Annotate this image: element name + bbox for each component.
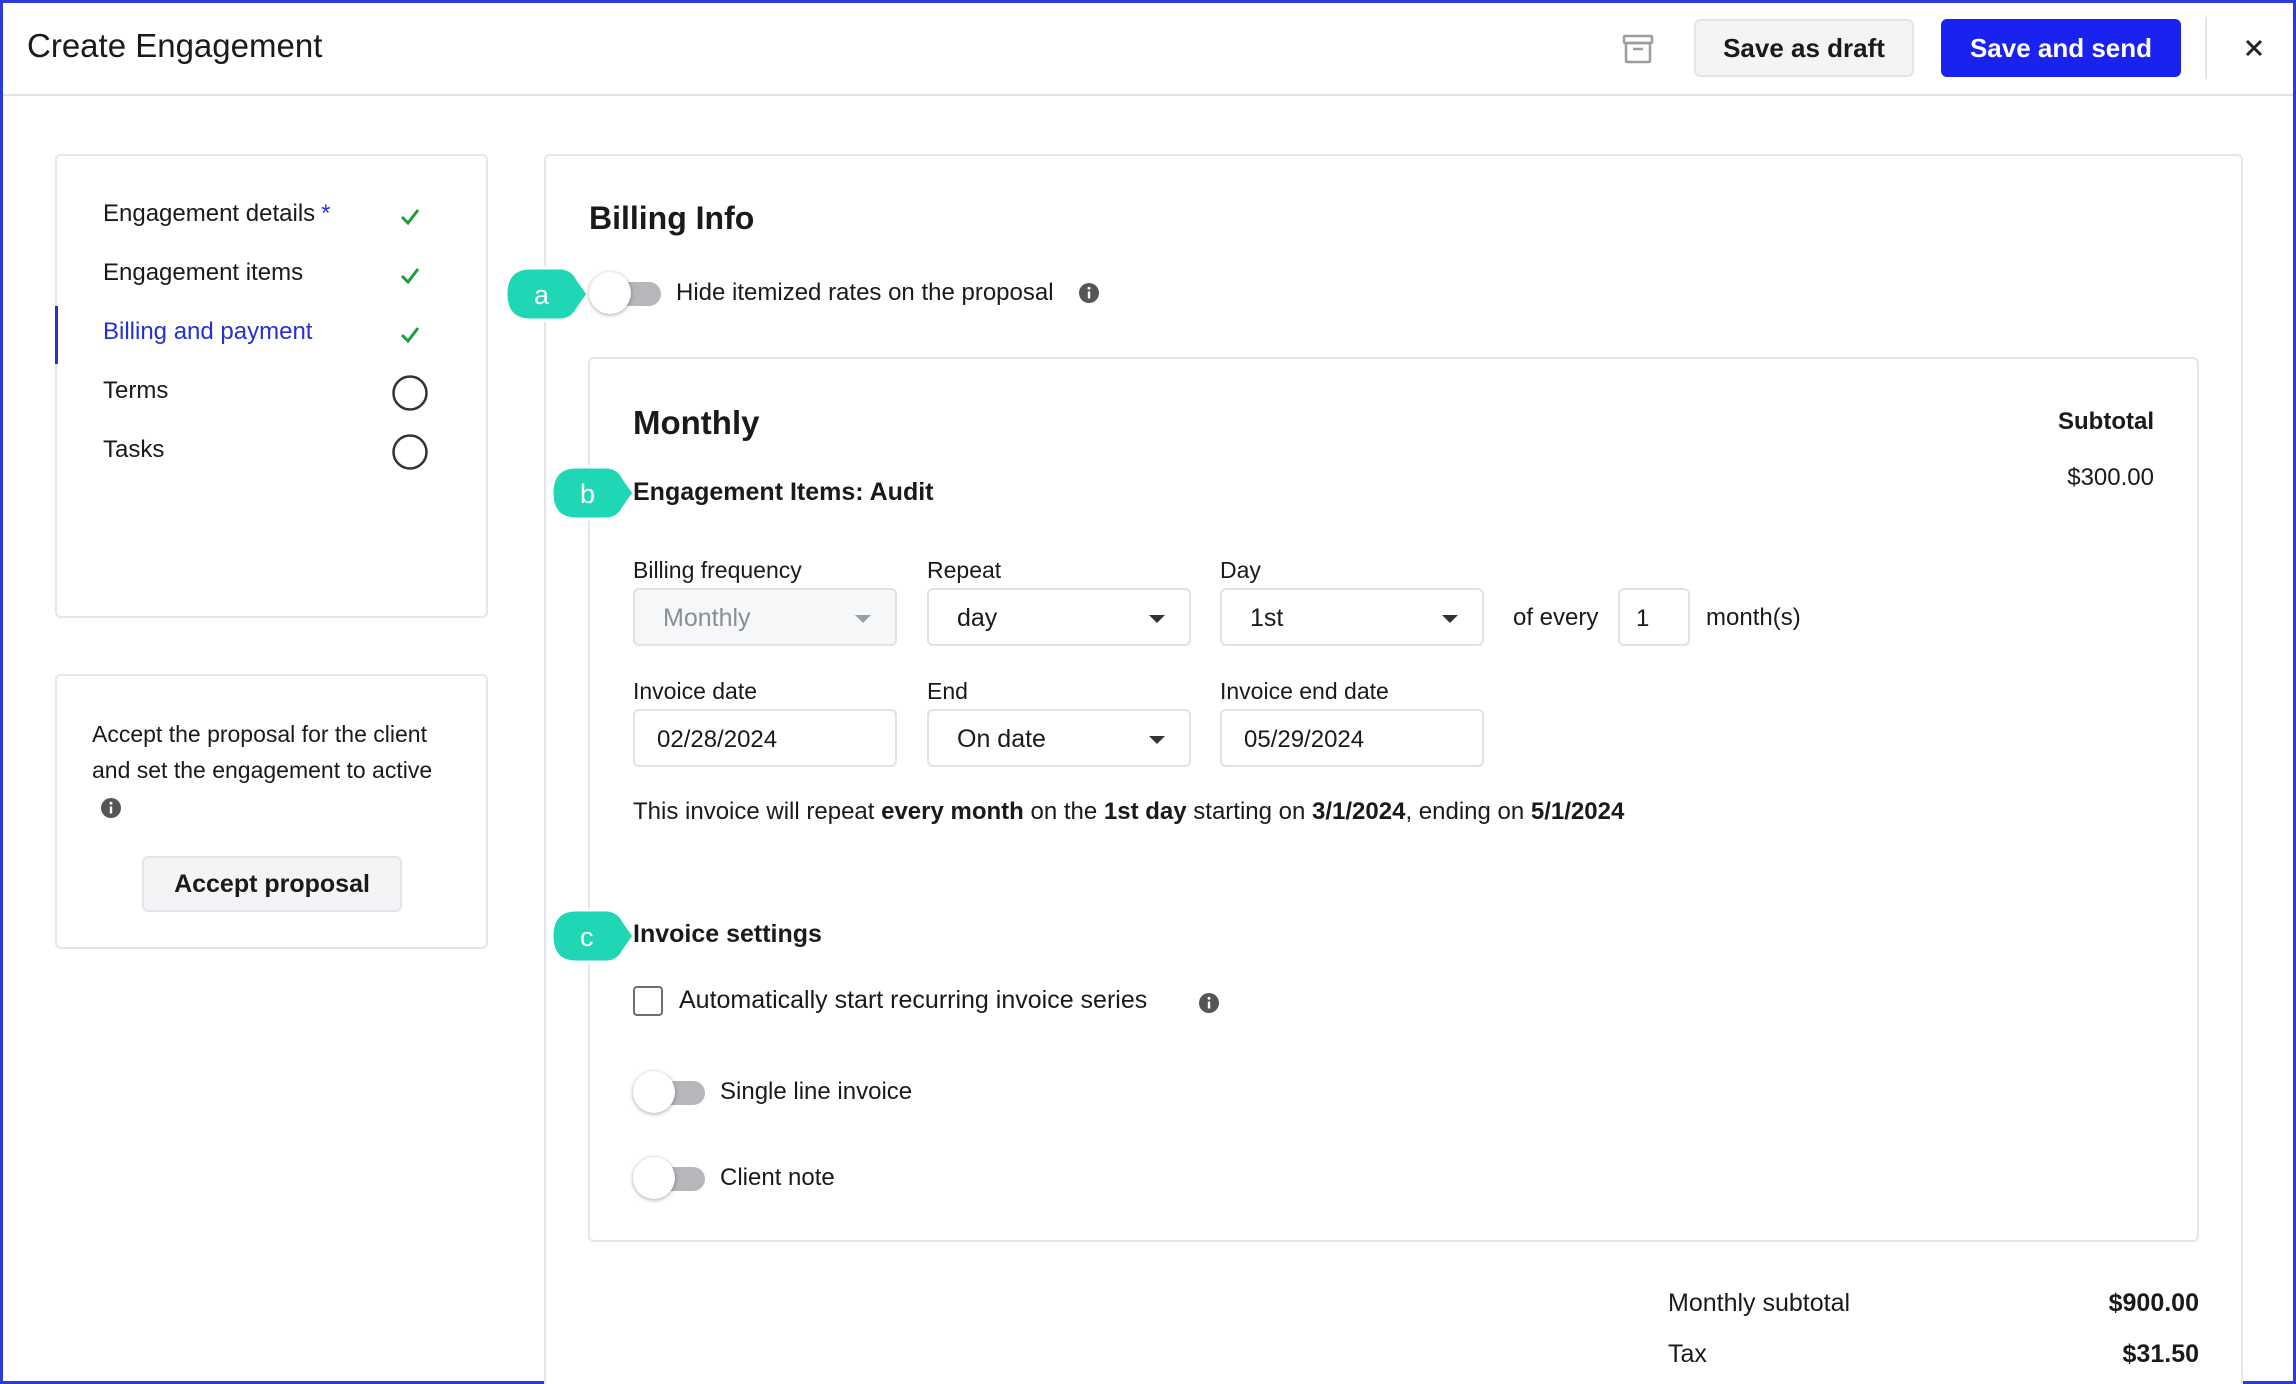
check-icon (400, 327, 420, 344)
auto-start-recurring-checkbox[interactable] (633, 986, 663, 1016)
accept-proposal-button[interactable]: Accept proposal (142, 856, 402, 912)
select-value: On date (957, 725, 1046, 753)
input-value: 05/29/2024 (1244, 726, 1365, 753)
monthly-subtotal-label: Monthly subtotal (1668, 1289, 1851, 1317)
day-label: Day (1220, 557, 1261, 583)
invoice-end-date-label: Invoice end date (1220, 678, 1389, 704)
subtotal-heading: Subtotal (2058, 408, 2154, 435)
sidebar-item-label: Tasks (103, 436, 165, 463)
callout-letter: a (534, 280, 550, 310)
step-label-text: Engagement details (103, 200, 316, 227)
sidebar-item-terms[interactable]: Terms (57, 363, 486, 423)
tax-value: $31.50 (2122, 1340, 2199, 1368)
engagement-items-heading: Engagement Items: Audit (633, 478, 934, 506)
header-divider (2205, 17, 2207, 79)
chevron-down-icon (1149, 615, 1165, 623)
tax-label: Tax (1668, 1340, 1707, 1368)
chevron-down-icon (1149, 736, 1165, 744)
every-n-months-input[interactable]: 1 (1618, 588, 1690, 646)
end-select[interactable]: On date (927, 709, 1191, 767)
summary-bold: every month (881, 798, 1024, 825)
close-icon[interactable] (2239, 33, 2269, 63)
check-icon (400, 209, 420, 226)
save-and-send-button[interactable]: Save and send (1941, 19, 2181, 77)
input-value: 02/28/2024 (657, 726, 778, 753)
sidebar-item-billing-and-payment[interactable]: Billing and payment (55, 304, 486, 364)
info-icon[interactable] (1078, 282, 1100, 304)
billing-info-heading: Billing Info (589, 200, 755, 236)
callout-c-marker: c (550, 908, 636, 964)
end-label: End (927, 678, 968, 704)
repeat-label: Repeat (927, 557, 1002, 583)
sidebar-item-label: Terms (103, 377, 169, 404)
info-icon[interactable] (100, 797, 122, 819)
summary-part: , ending on (1405, 798, 1531, 825)
check-icon (400, 268, 420, 285)
callout-b-marker: b (550, 465, 636, 521)
sidebar-steps: Engagement details * Engagement items Bil… (55, 154, 488, 618)
summary-part: on the (1023, 798, 1104, 825)
callout-letter: b (580, 479, 595, 509)
monthly-subtotal-value: $900.00 (2108, 1289, 2199, 1317)
sidebar-item-engagement-items[interactable]: Engagement items (57, 245, 486, 305)
summary-bold: 3/1/2024 (1312, 798, 1406, 825)
sidebar-item-label: Engagement items (103, 259, 304, 286)
select-value: Monthly (663, 604, 751, 632)
invoice-date-input[interactable]: 02/28/2024 (633, 709, 897, 767)
checkbox-label-text: Automatically start recurring invoice se… (679, 986, 1148, 1014)
summary-part: starting on (1186, 798, 1313, 825)
hide-itemized-rates-label: Hide itemized rates on the proposal (676, 279, 1054, 306)
of-every-text: of every (1513, 604, 1599, 631)
invoice-end-date-input[interactable]: 05/29/2024 (1220, 709, 1484, 767)
day-select[interactable]: 1st (1220, 588, 1484, 646)
repeat-select[interactable]: day (927, 588, 1191, 646)
required-asterisk: * (321, 200, 331, 227)
active-indicator (55, 306, 58, 364)
select-value: 1st (1250, 604, 1284, 632)
select-value: day (957, 604, 998, 632)
input-value: 1 (1636, 605, 1650, 632)
callout-a-marker: a (504, 266, 590, 322)
repeat-summary-text: This invoice will repeat every month on … (633, 798, 1624, 826)
single-line-invoice-toggle[interactable] (633, 1071, 705, 1113)
subtotal-value: $300.00 (2067, 464, 2154, 491)
sidebar-item-engagement-details[interactable]: Engagement details * (57, 186, 486, 246)
sidebar-item-label: Billing and payment (103, 318, 313, 345)
summary-bold: 5/1/2024 (1530, 798, 1625, 825)
save-as-draft-button[interactable]: Save as draft (1694, 19, 1914, 77)
sidebar-item-label: Engagement details * (103, 200, 331, 228)
chevron-down-icon (855, 615, 871, 623)
header-bar: Create Engagement Save as draft Save and… (3, 3, 2293, 96)
summary-part: This invoice will repeat (633, 798, 882, 825)
billing-frequency-label: Billing frequency (633, 557, 802, 583)
chevron-down-icon (1442, 615, 1458, 623)
months-unit-text: month(s) (1706, 604, 1801, 631)
auto-start-recurring-label: Automatically start recurring invoice se… (679, 986, 1147, 1015)
sidebar-item-tasks[interactable]: Tasks (57, 422, 486, 482)
accept-description: Accept the proposal for the client and s… (92, 721, 433, 783)
single-line-invoice-label: Single line invoice (720, 1078, 913, 1105)
billing-frequency-select: Monthly (633, 588, 897, 646)
accept-proposal-text: Accept the proposal for the client and s… (92, 716, 452, 824)
monthly-heading: Monthly (633, 404, 760, 441)
client-note-label: Client note (720, 1164, 835, 1191)
callout-letter: c (580, 922, 594, 952)
invoice-settings-heading: Invoice settings (633, 920, 822, 948)
accept-proposal-card: Accept the proposal for the client and s… (55, 674, 488, 949)
empty-circle-icon (392, 375, 428, 411)
invoice-date-label: Invoice date (633, 678, 758, 704)
archive-icon[interactable] (1620, 31, 1656, 67)
client-note-toggle[interactable] (633, 1157, 705, 1199)
page-title: Create Engagement (27, 27, 323, 64)
hide-itemized-rates-toggle[interactable] (589, 272, 661, 314)
empty-circle-icon (392, 434, 428, 470)
info-icon[interactable] (1198, 992, 1220, 1014)
summary-bold: 1st day (1103, 798, 1187, 825)
